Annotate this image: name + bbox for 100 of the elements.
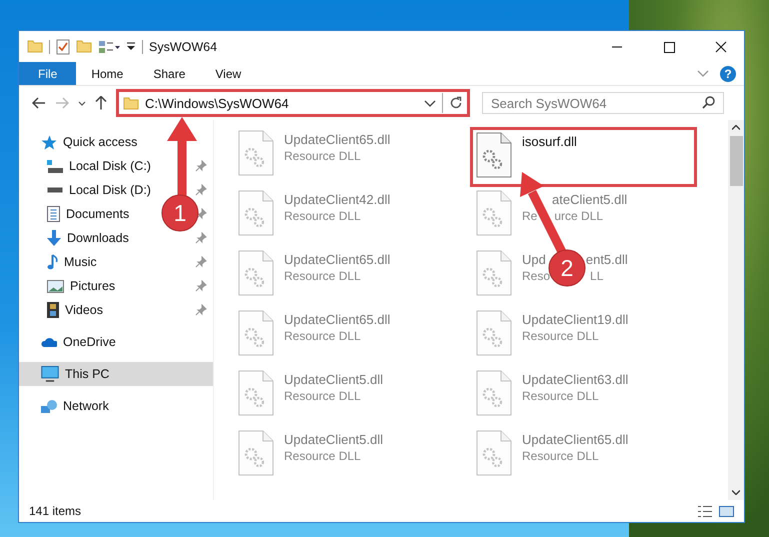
file-type: Re [522,209,538,223]
file-name: ent5.dll [586,252,628,267]
customize-toolbar-icon[interactable] [126,42,136,52]
settings-file-icon[interactable] [238,250,274,296]
sidebar-item[interactable]: Quick access [41,134,138,150]
file-name: Upd [522,252,546,267]
address-bar[interactable]: C:\Windows\SysWOW64 [116,89,470,117]
settings-file-icon[interactable] [238,190,274,236]
sidebar-label: Local Disk (D:) [69,183,151,197]
pin-icon[interactable] [195,232,207,244]
sidebar-label: Quick access [63,135,138,149]
sidebar-item[interactable]: Documents [47,206,130,222]
file-type: Resource DLL [284,269,361,283]
sidebar-item[interactable]: Music [47,254,97,270]
pin-icon[interactable] [195,160,207,172]
ribbon-tab[interactable]: Share [138,62,200,85]
sidebar-item[interactable]: This PC [41,366,110,382]
details-view-icon[interactable] [697,506,713,516]
settings-file-icon[interactable] [476,370,512,416]
file-type: Resource DLL [284,209,361,223]
address-path: C:\Windows\SysWOW64 [145,96,290,110]
refresh-icon[interactable] [449,96,463,110]
sidebar-item[interactable]: Local Disk (D:) [47,183,151,197]
pin-icon[interactable] [195,304,207,316]
sidebar-item[interactable]: Local Disk (C:) [47,159,151,173]
settings-file-icon[interactable] [476,430,512,476]
window-title: SysWOW64 [149,40,218,54]
callout-number: 2 [560,255,574,281]
ribbon-tab[interactable]: View [200,62,256,85]
large-icons-view-icon[interactable] [719,506,734,516]
sidebar-item[interactable]: Videos [47,302,103,318]
file-type: LL [590,269,604,283]
file-type: Resource DLL [522,389,599,403]
scroll-thumb[interactable] [730,136,742,186]
settings-file-icon[interactable] [476,190,512,236]
back-arrow-icon[interactable] [32,97,46,109]
chevron-down-icon[interactable] [424,100,436,106]
folder-icon[interactable] [27,40,43,53]
help-button[interactable]: ? [720,66,736,82]
sidebar-item[interactable]: Network [41,399,109,413]
sidebar-label: Downloads [67,231,129,245]
settings-file-icon[interactable] [476,250,512,296]
sidebar-item[interactable]: Downloads [47,230,129,246]
file-type: Resource DLL [522,329,599,343]
film-strip-icon [47,302,59,318]
file-type: Resource DLL [284,149,361,163]
file-name: ateClient5.dll [552,192,628,207]
sidebar-item[interactable]: OneDrive [41,335,116,349]
settings-file-icon[interactable] [476,132,512,178]
chevron-down-icon[interactable] [78,100,86,106]
up-arrow-icon[interactable] [95,96,107,110]
sidebar-label: Videos [65,303,103,317]
file-name: UpdateClient5.dll [284,432,384,447]
scrollbar[interactable] [728,120,744,500]
file-name: UpdateClient65.dll [522,432,628,447]
landscape-picture-icon [47,280,64,292]
pin-icon[interactable] [195,280,207,292]
search-icon[interactable] [702,96,715,109]
pin-icon[interactable] [195,208,207,220]
ribbon-tab[interactable]: Home [76,62,138,85]
settings-file-icon[interactable] [476,310,512,356]
file-name: UpdateClient65.dll [284,132,390,147]
file-type: Resource DLL [522,449,599,463]
file-type: Reso [522,269,550,283]
ribbon-tab[interactable]: File [19,62,76,85]
folder-icon[interactable] [76,40,92,53]
sidebar-item[interactable]: Pictures [47,279,116,293]
file-name: UpdateClient65.dll [284,312,390,327]
file-name: UpdateClient42.dll [284,192,390,207]
settings-file-icon[interactable] [238,430,274,476]
checklist-icon[interactable] [56,38,70,54]
file-name: UpdateClient5.dll [284,372,384,387]
callout-circle [548,250,586,286]
forward-arrow-icon[interactable] [55,97,69,109]
settings-file-icon[interactable] [238,130,274,176]
monitor-icon [41,366,59,382]
document-icon [47,206,60,222]
settings-file-icon[interactable] [238,370,274,416]
callout-circle [162,194,198,232]
file-type: Resource DLL [284,389,361,403]
properties-dropdown-icon[interactable] [98,40,120,54]
file-name: UpdateClient63.dll [522,372,628,387]
star-icon [41,134,57,150]
file-type: urce DLL [554,209,604,223]
sidebar-label: This PC [65,367,110,381]
drive-icon [47,187,63,193]
scroll-up-icon[interactable] [732,125,740,130]
search-field[interactable]: Search SysWOW64 [482,92,724,114]
file-name: isosurf.dll [522,134,577,149]
cloud-icon [41,337,57,347]
pin-icon[interactable] [195,184,207,196]
sidebar-label: Music [64,255,97,269]
scroll-down-icon[interactable] [732,490,740,495]
file-type: Resource DLL [284,329,361,343]
settings-file-icon[interactable] [238,310,274,356]
pin-icon[interactable] [195,256,207,268]
file-type: Resource DLL [284,449,361,463]
folder-icon [123,96,139,110]
item-count: 141 items [29,504,82,518]
music-note-icon [47,254,58,270]
